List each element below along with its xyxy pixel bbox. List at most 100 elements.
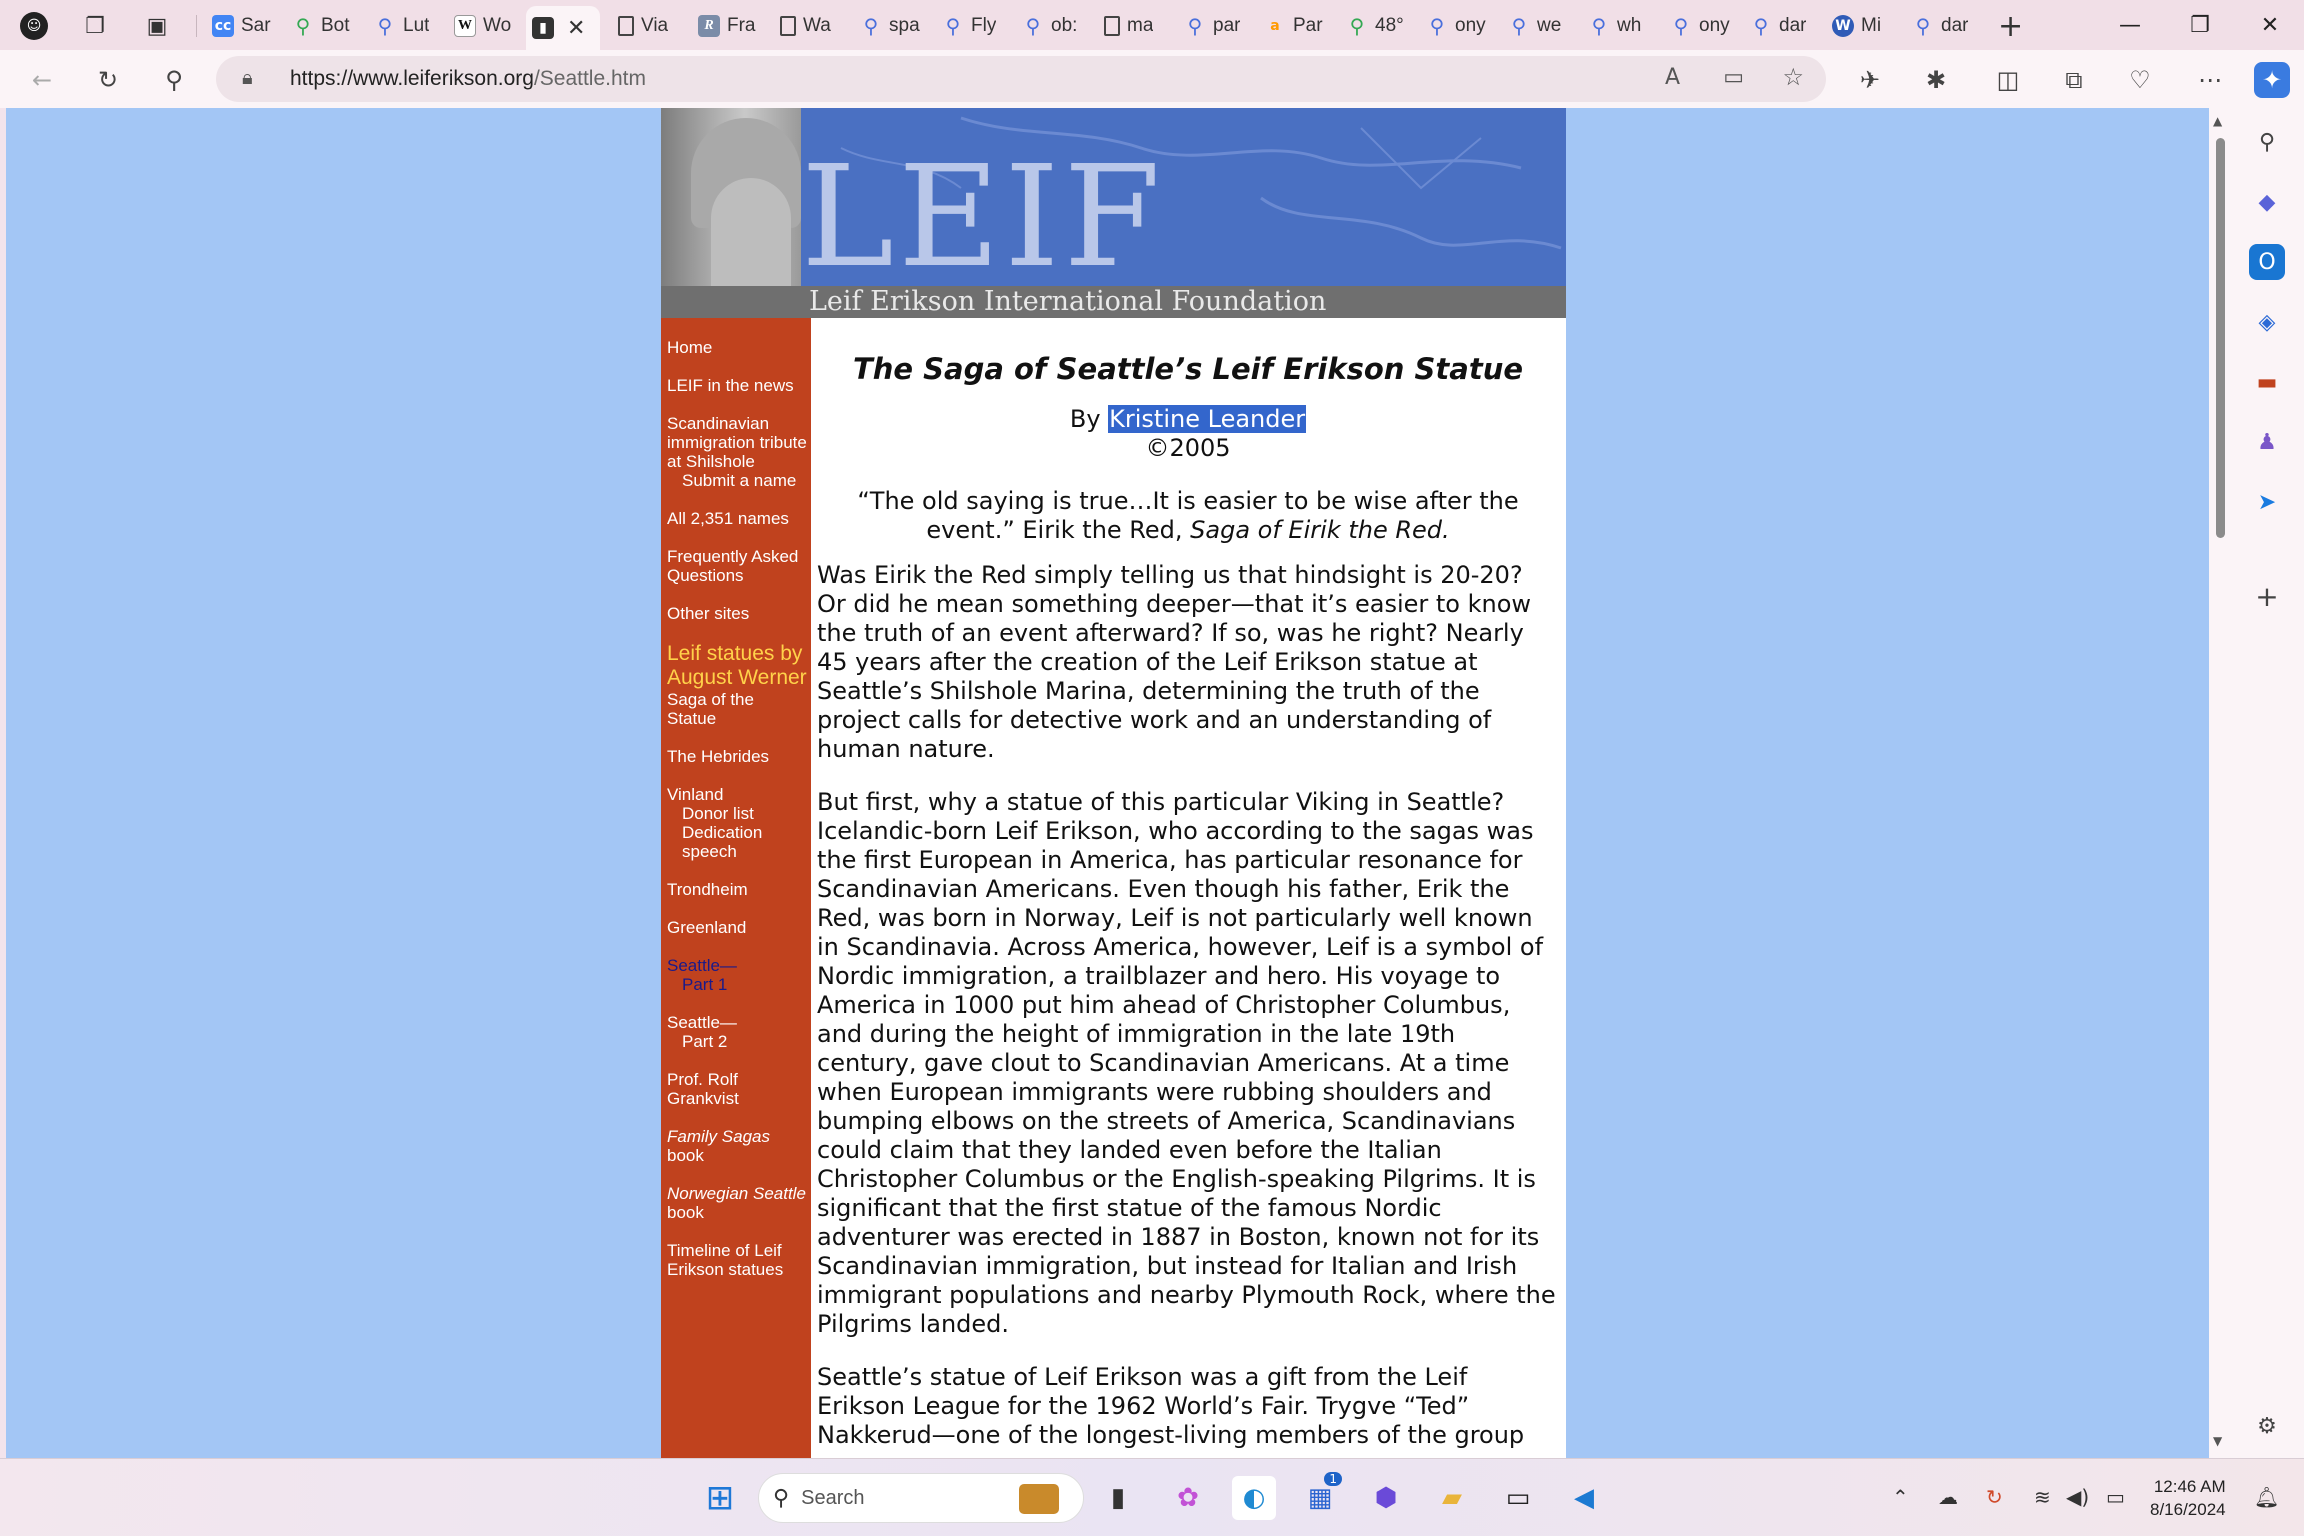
- tab-5[interactable]: ⚲ Lut: [368, 6, 444, 46]
- workspaces-button[interactable]: ❐: [78, 6, 118, 46]
- nav-saga[interactable]: Saga of the Statue: [667, 690, 807, 728]
- search-button[interactable]: ⚲: [156, 62, 192, 98]
- tray-chevron-icon[interactable]: ⌃: [1892, 1485, 1909, 1509]
- tab-label: Fra: [727, 15, 756, 36]
- close-window-button[interactable]: ✕: [2240, 8, 2300, 42]
- extensions-button[interactable]: ✱: [1918, 62, 1954, 98]
- tab-11[interactable]: ⚲ spa: [854, 6, 930, 46]
- wifi-icon[interactable]: ≋: [2034, 1485, 2051, 1509]
- store-app-button[interactable]: ▦ 1: [1298, 1472, 1342, 1520]
- notification-bell-icon[interactable]: 🔔︎: [2254, 1485, 2279, 1509]
- back-button[interactable]: ←: [24, 62, 60, 98]
- url-text[interactable]: https://www.leiferikson.org/Seattle.htm: [290, 67, 646, 91]
- copilot-button[interactable]: ✦: [2254, 62, 2290, 98]
- scroll-down-arrow-icon[interactable]: ▼: [2213, 1434, 2222, 1448]
- tab-6[interactable]: W Wo: [448, 6, 524, 46]
- tab-18[interactable]: ⚲ ony: [1420, 6, 1496, 46]
- nav-other-sites[interactable]: Other sites: [667, 604, 807, 623]
- nav-norwegian-seattle[interactable]: Norwegian Seattle book: [667, 1184, 807, 1222]
- tab-active[interactable]: ▮ ✕: [526, 6, 600, 50]
- performance-button[interactable]: ♡: [2122, 62, 2158, 98]
- start-button[interactable]: ⊞: [698, 1476, 742, 1520]
- app-button-hex[interactable]: ⬢: [1364, 1476, 1408, 1520]
- sidebar-outlook-button[interactable]: O: [2249, 244, 2285, 280]
- scroll-up-arrow-icon[interactable]: ▲: [2213, 114, 2222, 128]
- vscode-button[interactable]: ◀: [1562, 1476, 1606, 1520]
- sidebar-tools-button[interactable]: ▬: [2249, 364, 2285, 400]
- tab-19[interactable]: ⚲ we: [1502, 6, 1578, 46]
- tab-13[interactable]: ⚲ ob:: [1016, 6, 1092, 46]
- taskbar-clock[interactable]: 12:46 AM 8/16/2024: [2150, 1475, 2226, 1521]
- nav-faq[interactable]: Frequently Asked Questions: [667, 547, 807, 585]
- collections-button[interactable]: ⧉: [2056, 62, 2092, 98]
- nav-family-sagas[interactable]: Family Sagas book: [667, 1127, 807, 1165]
- nav-seattle-part1[interactable]: Seattle— Part 1: [667, 956, 807, 994]
- file-explorer-button[interactable]: ▰: [1430, 1476, 1474, 1520]
- nav-dedication-speech[interactable]: Dedication speech: [667, 823, 807, 861]
- tab-8[interactable]: Via: [612, 6, 688, 46]
- tab-20[interactable]: ⚲ wh: [1582, 6, 1658, 46]
- tab-4[interactable]: ⚲ Bot: [286, 6, 362, 46]
- tab-15[interactable]: ⚲ par: [1178, 6, 1254, 46]
- profile-button[interactable]: ☺: [14, 6, 54, 46]
- nav-tribute-label[interactable]: Scandinavian immigration tribute at Shil…: [667, 414, 807, 471]
- nav-all-names[interactable]: All 2,351 names: [667, 509, 807, 528]
- sync-icon[interactable]: ↻: [1986, 1485, 2003, 1509]
- nav-greenland[interactable]: Greenland: [667, 918, 807, 937]
- author-link[interactable]: Kristine Leander: [1108, 405, 1307, 433]
- split-screen-button[interactable]: ◫: [1990, 62, 2026, 98]
- volume-icon[interactable]: ◀): [2066, 1485, 2089, 1509]
- taskbar-search[interactable]: ⚲ Search: [758, 1473, 1084, 1523]
- minimize-button[interactable]: —: [2100, 8, 2160, 42]
- sidebar-add-button[interactable]: +: [2249, 578, 2285, 614]
- task-view-button[interactable]: ▮: [1096, 1476, 1140, 1520]
- favorite-star-icon[interactable]: ☆: [1782, 63, 1804, 91]
- scrollbar-thumb[interactable]: [2216, 138, 2225, 538]
- tab-9[interactable]: R Fra: [692, 6, 768, 46]
- close-tab-icon[interactable]: ✕: [567, 16, 585, 41]
- tab-24[interactable]: ⚲ dar: [1906, 6, 1982, 46]
- nav-vinland[interactable]: Vinland Donor list Dedication speech: [667, 785, 807, 861]
- terminal-button[interactable]: ▭: [1496, 1476, 1540, 1520]
- tab-22[interactable]: ⚲ dar: [1744, 6, 1820, 46]
- extension-button[interactable]: ✈: [1852, 62, 1888, 98]
- sidebar-drop-button[interactable]: ➤: [2249, 484, 2285, 520]
- sidebar-games-button[interactable]: ♟: [2249, 424, 2285, 460]
- refresh-button[interactable]: ↻: [90, 62, 126, 98]
- nav-timeline[interactable]: Timeline of Leif Erikson statues: [667, 1241, 807, 1279]
- sidebar-search-button[interactable]: ⚲: [2249, 124, 2285, 160]
- nav-vinland-label[interactable]: Vinland: [667, 785, 723, 804]
- tab-16[interactable]: a Par: [1258, 6, 1334, 46]
- restore-button[interactable]: ❐: [2170, 8, 2230, 42]
- immersive-reader-icon[interactable]: ▭: [1723, 65, 1744, 90]
- tab-3[interactable]: cc Sar: [206, 6, 282, 46]
- tab-12[interactable]: ⚲ Fly: [936, 6, 1012, 46]
- nav-trondheim[interactable]: Trondheim: [667, 880, 807, 899]
- read-aloud-icon[interactable]: A: [1665, 65, 1680, 90]
- nav-home[interactable]: Home: [667, 338, 807, 357]
- sidebar-settings-button[interactable]: ⚙: [2249, 1408, 2285, 1444]
- copilot-app-button[interactable]: ✿: [1166, 1476, 1210, 1520]
- new-tab-button[interactable]: +: [1992, 6, 2032, 46]
- sidebar-copilot-button[interactable]: ◆: [2249, 184, 2285, 220]
- nav-tribute[interactable]: Scandinavian immigration tribute at Shil…: [667, 414, 807, 490]
- battery-icon[interactable]: ▭: [2106, 1485, 2125, 1509]
- edge-app-button[interactable]: ◐: [1232, 1476, 1276, 1520]
- nav-donor-list[interactable]: Donor list: [667, 804, 807, 823]
- address-bar[interactable]: 🔒︎ https://www.leiferikson.org/Seattle.h…: [216, 56, 1826, 102]
- settings-more-button[interactable]: ⋯: [2192, 62, 2228, 98]
- nav-submit-name[interactable]: Submit a name: [667, 471, 807, 490]
- nav-seattle-part2[interactable]: Seattle— Part 2: [667, 1013, 807, 1051]
- tab-10[interactable]: Wa: [774, 6, 850, 46]
- nav-grankvist[interactable]: Prof. Rolf Grankvist: [667, 1070, 807, 1108]
- tab-21[interactable]: ⚲ ony: [1664, 6, 1740, 46]
- nav-hebrides[interactable]: The Hebrides: [667, 747, 807, 766]
- tab-17[interactable]: ⚲ 48°: [1340, 6, 1416, 46]
- page-scrollbar[interactable]: ▲ ▼: [2209, 108, 2231, 1458]
- onedrive-icon[interactable]: ☁: [1938, 1485, 1958, 1509]
- tab-23[interactable]: W Mi: [1826, 6, 1902, 46]
- sidebar-shopping-button[interactable]: ◈: [2249, 304, 2285, 340]
- tab-14[interactable]: ma: [1098, 6, 1174, 46]
- tab-actions-button[interactable]: ▣: [140, 6, 180, 46]
- nav-news[interactable]: LEIF in the news: [667, 376, 807, 395]
